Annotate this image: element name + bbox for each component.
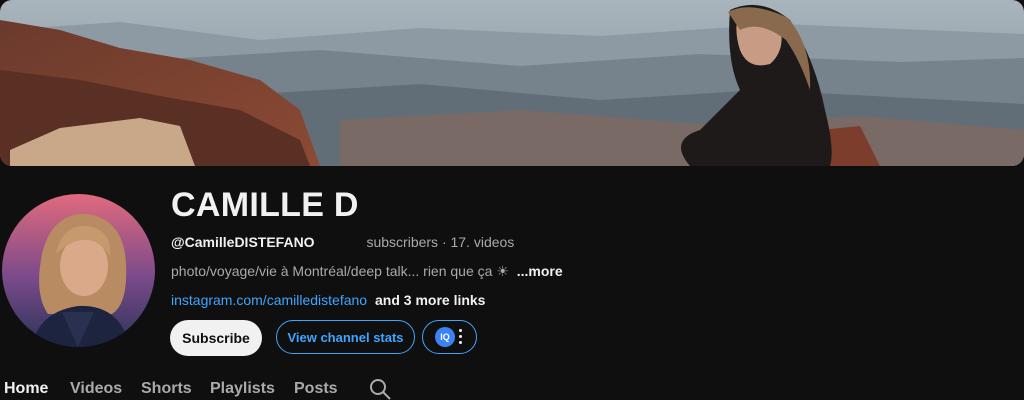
description-more-link[interactable]: ...more — [517, 263, 563, 279]
tab-shorts[interactable]: Shorts — [141, 380, 192, 398]
channel-avatar[interactable] — [2, 194, 155, 347]
view-channel-stats-button[interactable]: View channel stats — [276, 320, 415, 354]
channel-tabs: Home Videos Shorts Playlists Posts — [0, 378, 1024, 400]
extension-iq-icon: IQ — [435, 327, 455, 347]
search-icon[interactable] — [369, 378, 391, 400]
channel-banner — [0, 0, 1024, 166]
channel-page: CAMILLE D @CamilleDISTEFANO subscribers … — [0, 0, 1024, 400]
channel-stats-text: subscribers · 17. videos — [366, 234, 515, 250]
channel-description[interactable]: photo/voyage/vie à Montréal/deep talk...… — [171, 263, 563, 280]
more-links-button[interactable]: and 3 more links — [375, 292, 485, 308]
instagram-link[interactable]: instagram.com/camilledistefano — [171, 292, 367, 308]
subscribe-button[interactable]: Subscribe — [170, 320, 262, 356]
tab-playlists[interactable]: Playlists — [210, 380, 275, 398]
extension-button[interactable]: IQ — [422, 320, 477, 354]
tab-home[interactable]: Home — [4, 380, 48, 398]
channel-name: CAMILLE D — [171, 186, 359, 224]
channel-meta: @CamilleDISTEFANO subscribers · 17. vide… — [171, 234, 514, 250]
tab-videos[interactable]: Videos — [70, 380, 122, 398]
description-text: photo/voyage/vie à Montréal/deep talk...… — [171, 263, 509, 279]
channel-handle: @CamilleDISTEFANO — [171, 234, 315, 250]
more-vertical-icon[interactable] — [459, 329, 463, 345]
channel-links: instagram.com/camilledistefano and 3 mor… — [171, 292, 485, 308]
tab-posts[interactable]: Posts — [294, 380, 338, 398]
